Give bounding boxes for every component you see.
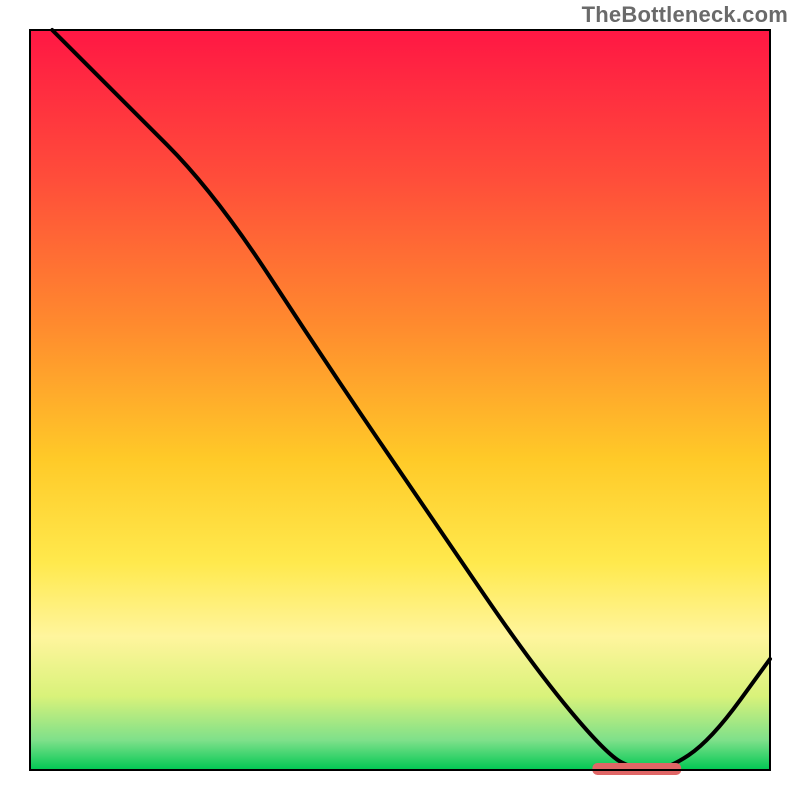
chart-container: TheBottleneck.com: [0, 0, 800, 800]
plot-background: [30, 30, 770, 770]
bottleneck-chart: [0, 0, 800, 800]
watermark-text: TheBottleneck.com: [582, 2, 788, 28]
